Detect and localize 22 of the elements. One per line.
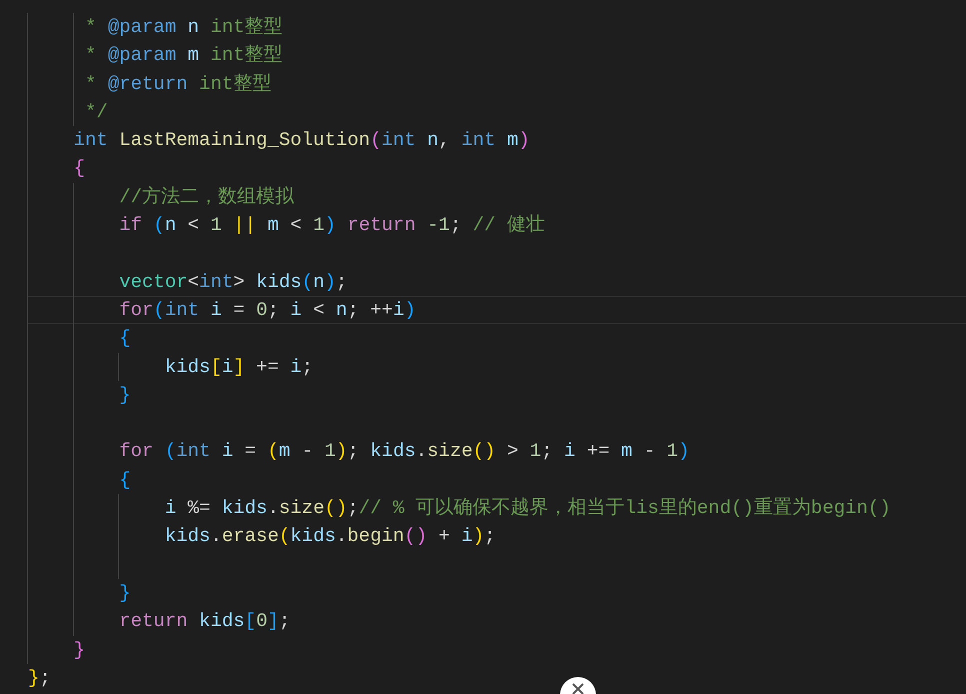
code-line: i %= kids.size();// % 可以确保不越界，相当于lis里的end()重置为begin(): [164, 497, 891, 520]
code-line: */: [84, 100, 108, 123]
code-line: if (n < 1 || m < 1) return -1; // 健壮: [118, 214, 545, 236]
code-line: * @param n int整型: [84, 16, 283, 38]
code-line: }: [118, 384, 131, 406]
code-line: {: [118, 468, 131, 491]
close-icon: [572, 683, 584, 694]
code-line: vector<int> kids(n);: [118, 270, 348, 293]
code-line: * @return int整型: [84, 72, 272, 95]
code-line: for (int i = (m - 1); kids.size() > 1; i += m - 1): [118, 440, 690, 462]
code-line: }: [118, 582, 131, 604]
code-line: {: [118, 327, 131, 350]
code-line: int LastRemaining_Solution(int n, int m): [72, 129, 530, 152]
code-line: * @param m int整型: [84, 44, 283, 66]
code-line: //方法二，数组模拟: [118, 186, 294, 208]
code-line: {: [72, 157, 86, 180]
code-line: }: [72, 638, 86, 661]
code-line: for(int i = 0; i < n; ++i): [118, 298, 416, 321]
code-line: return kids[0];: [118, 610, 290, 632]
code-line: kids.erase(kids.begin() + i);: [164, 525, 496, 548]
code-line: kids[i] += i;: [164, 356, 314, 378]
code-line: };: [28, 666, 51, 689]
